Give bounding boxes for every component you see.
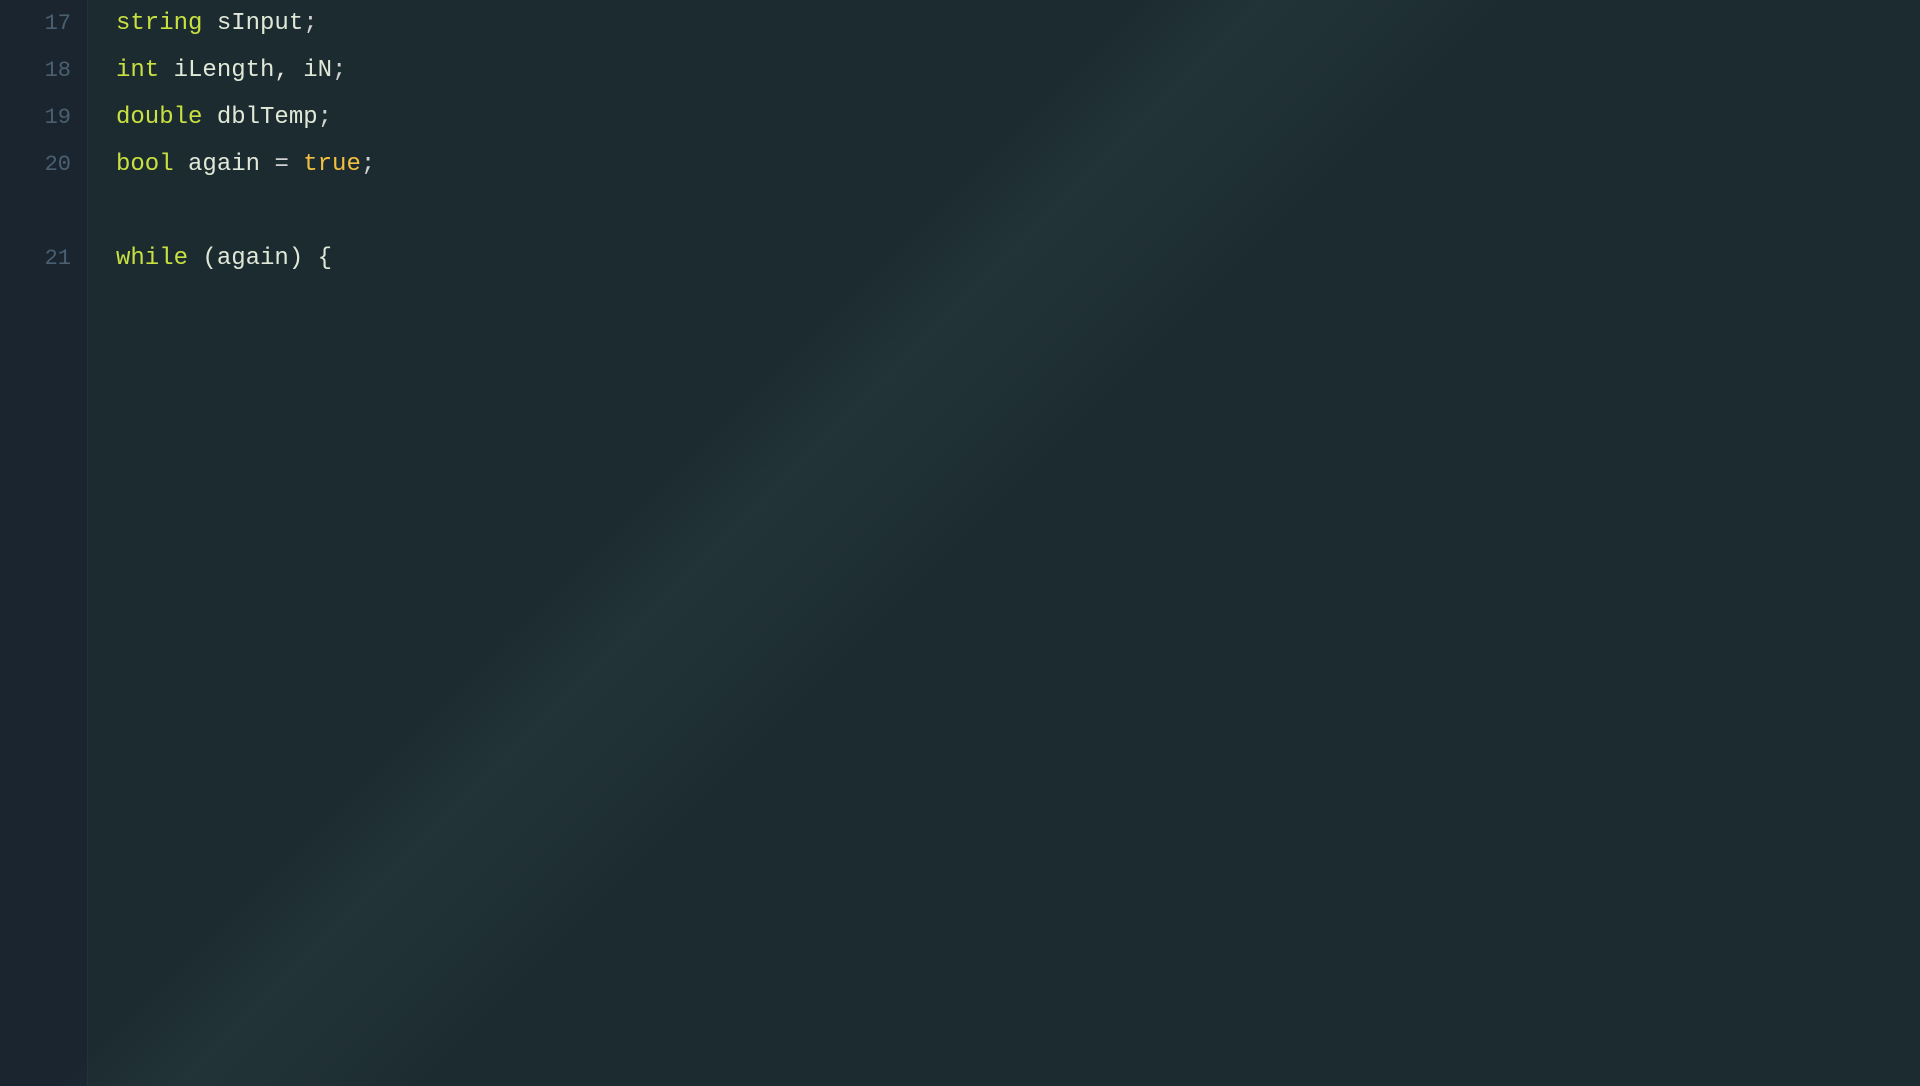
line-number: 21 (0, 235, 87, 282)
code-line: string sInput; (116, 0, 1920, 47)
line-number (0, 188, 87, 235)
code-token-op: ; (303, 10, 317, 37)
code-token-plain: dblTemp (202, 104, 317, 131)
line-number: 18 (0, 47, 87, 94)
code-token-plain (289, 151, 303, 178)
code-token-kw: bool (116, 151, 174, 178)
line-number: 19 (0, 94, 87, 141)
code-line: double dblTemp; (116, 94, 1920, 141)
code-token-kw: string (116, 10, 202, 37)
code-line: int iLength, iN; (116, 47, 1920, 94)
code-editor: 1718192021 string sInput;int iLength, iN… (0, 0, 1920, 1086)
code-token-kw: while (116, 245, 188, 272)
code-token-op: ; (361, 151, 375, 178)
line-number-gutter: 17181920 21 (0, 0, 88, 1086)
code-token-num: true (303, 151, 361, 178)
code-token-kw: int (116, 57, 159, 84)
code-content: string sInput;int iLength, iN;double dbl… (88, 0, 1920, 1086)
code-line: while (again) { (116, 235, 1920, 282)
code-token-plain: again (174, 151, 275, 178)
code-token-op: ; (332, 57, 346, 84)
code-line (116, 188, 1920, 235)
line-number: 20 (0, 141, 87, 188)
code-token-plain: sInput (202, 10, 303, 37)
code-token-kw: double (116, 104, 202, 131)
code-token-op: ; (318, 104, 332, 131)
code-token-plain: (again) { (188, 245, 332, 272)
code-token-plain: iLength, iN (159, 57, 332, 84)
code-token-op: = (274, 151, 288, 178)
code-line: bool again = true; (116, 141, 1920, 188)
line-number: 17 (0, 0, 87, 47)
